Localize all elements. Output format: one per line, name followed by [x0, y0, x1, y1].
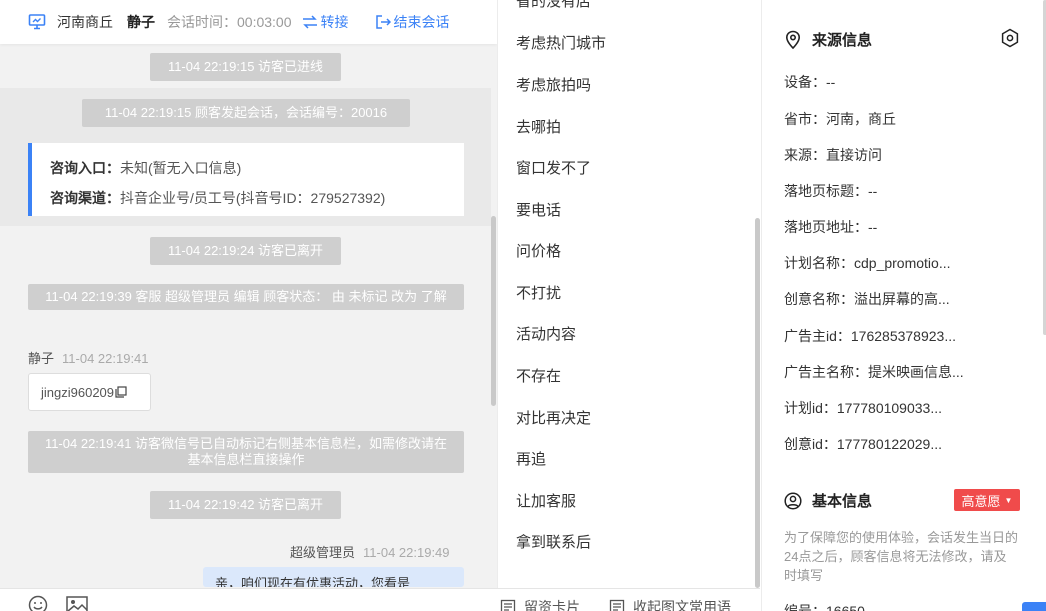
phrase-item[interactable]: 去哪拍: [516, 116, 561, 137]
visitor-region: 河南商丘: [57, 14, 113, 30]
session-time: 会话时间：00:03:00: [167, 12, 292, 32]
source-row-advertiser-name: 广告主名称：提米映画信息...: [784, 364, 964, 380]
intent-level-value: 高意愿: [961, 493, 1001, 509]
wechat-id: jingzi960209: [41, 384, 115, 400]
smile-icon[interactable]: [28, 595, 48, 611]
phrase-item[interactable]: 再追: [516, 448, 546, 469]
customer-info-panel: 来源信息 设备：-- 省市：河南，商丘 来源：直接访问 落地页标题：-- 落地页…: [761, 0, 1046, 611]
source-row-province: 省市：河南，商丘: [784, 111, 896, 127]
collapse-phrases-button[interactable]: 收起图文常用语: [609, 597, 731, 611]
message-time: 11-04 22:19:49: [363, 545, 450, 560]
location-pin-icon: [785, 30, 801, 49]
consult-entry-value: 未知(暂无入口信息): [120, 160, 242, 176]
end-session-label: 结束会话: [393, 14, 450, 30]
session-time-value: 00:03:00: [237, 14, 292, 30]
system-message: 11-04 22:19:41 访客微信号已自动标记右侧基本信息栏，如需修改请在基…: [28, 431, 464, 473]
sender-name: 超级管理员: [290, 545, 356, 560]
settings-hex-icon[interactable]: [1000, 28, 1020, 51]
system-message: 11-04 22:19:42 访客已离开: [150, 491, 341, 519]
message-time: 11-04 22:19:41: [62, 351, 149, 366]
phrase-item[interactable]: 问价格: [516, 240, 561, 261]
source-row-creative-name: 创意名称：溢出屏幕的高...: [784, 291, 950, 307]
chat-panel: 河南商丘 静子 会话时间：00:03:00 转接 结束会话 11-04 22:1…: [0, 0, 497, 611]
consult-entry: 咨询入口：未知(暂无入口信息): [50, 153, 446, 183]
end-session-button[interactable]: 结束会话: [375, 12, 450, 32]
card-icon: [500, 599, 516, 611]
image-icon[interactable]: [66, 595, 88, 611]
system-message: 11-04 22:19:15 顾客发起会话，会话编号：20016: [82, 99, 410, 127]
lead-card-button[interactable]: 留资卡片: [500, 597, 580, 611]
caret-down-icon: ▼: [1004, 495, 1013, 505]
source-row-plan-id: 计划id：177780109033...: [784, 400, 942, 416]
basic-id-label: 编号：: [784, 603, 826, 611]
session-time-label: 会话时间：: [167, 14, 237, 30]
sender-name: 静子: [28, 351, 55, 366]
list-icon: [609, 599, 625, 611]
consult-channel: 咨询渠道：抖音企业号/员工号(抖音号ID：279527392): [50, 183, 446, 213]
message-sender: 静子 11-04 22:19:41: [28, 348, 149, 367]
message-sender: 超级管理员 11-04 22:19:49: [290, 542, 450, 561]
phrase-item[interactable]: 省的没有店: [516, 0, 591, 11]
basic-id-value: 16650: [826, 603, 865, 611]
basic-row-id: 编号：16650: [784, 601, 865, 611]
source-info-title-text: 来源信息: [812, 32, 873, 49]
basic-info-title: 基本信息: [784, 490, 872, 511]
quick-phrase-list: 省的没有店 考虑热门城市 考虑旅拍吗 去哪拍 窗口发不了 要电话 问价格 不打扰…: [497, 0, 760, 588]
phrase-scrollbar[interactable]: [755, 218, 760, 588]
system-message: 11-04 22:19:15 访客已进线: [150, 53, 341, 81]
phrase-item[interactable]: 要电话: [516, 199, 561, 220]
agent-name: 静子: [127, 14, 155, 30]
consult-channel-label: 咨询渠道：: [50, 190, 120, 206]
phrase-item[interactable]: 拿到联系后: [516, 531, 591, 552]
wechat-id-chip[interactable]: jingzi960209: [28, 373, 151, 411]
lead-card-label: 留资卡片: [524, 599, 580, 611]
swap-icon: [302, 15, 317, 29]
source-row-landing-url: 落地页地址：--: [784, 219, 878, 235]
phrase-item[interactable]: 活动内容: [516, 323, 576, 344]
source-info-title: 来源信息: [784, 29, 872, 50]
floating-action-button[interactable]: [1022, 602, 1046, 611]
intent-level-dropdown[interactable]: 高意愿 ▼: [954, 489, 1020, 511]
phrase-item[interactable]: 对比再决定: [516, 407, 591, 428]
monitor-icon: [28, 13, 46, 31]
source-row-plan-name: 计划名称：cdp_promotio...: [784, 255, 951, 271]
collapse-phrases-label: 收起图文常用语: [633, 599, 731, 611]
source-row-source: 来源：直接访问: [784, 147, 882, 163]
edit-deadline-note: 为了保障您的使用体验，会话发生当日的24点之后，顾客信息将无法修改，请及时填写: [784, 530, 1019, 583]
phrase-item[interactable]: 不存在: [516, 365, 561, 386]
chat-header: 河南商丘 静子 会话时间：00:03:00 转接 结束会话: [0, 0, 497, 44]
source-row-landing-title: 落地页标题：--: [784, 183, 878, 199]
system-message: 11-04 22:19:24 访客已离开: [150, 237, 341, 265]
transfer-label: 转接: [320, 14, 349, 30]
phrase-item[interactable]: 窗口发不了: [516, 157, 591, 178]
system-message: 11-04 22:19:39 客服 超级管理员 编辑 顾客状态： 由 未标记 改…: [28, 284, 464, 310]
chat-scrollbar[interactable]: [491, 216, 496, 406]
workspace: 河南商丘 静子 会话时间：00:03:00 转接 结束会话 11-04 22:1…: [0, 0, 1046, 611]
phrase-item[interactable]: 不打扰: [516, 282, 561, 303]
phrase-item[interactable]: 让加客服: [516, 490, 576, 511]
exit-icon: [375, 15, 391, 29]
consult-channel-value: 抖音企业号/员工号(抖音号ID：279527392): [120, 190, 386, 206]
source-row-advertiser-id: 广告主id：176285378923...: [784, 328, 956, 344]
user-circle-icon: [784, 491, 802, 510]
source-row-creative-id: 创意id：177780122029...: [784, 436, 942, 452]
source-row-device: 设备：--: [784, 74, 836, 90]
basic-info-title-text: 基本信息: [812, 493, 873, 510]
consult-info-card: 咨询入口：未知(暂无入口信息) 咨询渠道：抖音企业号/员工号(抖音号ID：279…: [28, 143, 464, 216]
phrase-item[interactable]: 考虑旅拍吗: [516, 74, 591, 95]
transfer-button[interactable]: 转接: [302, 12, 349, 32]
consult-entry-label: 咨询入口：: [50, 160, 120, 176]
copy-icon: [115, 386, 127, 398]
agent-message-bubble: 亲，咱们现在有优惠活动，您看是: [203, 567, 464, 587]
phrase-item[interactable]: 考虑热门城市: [516, 32, 606, 53]
chat-toolbar: 留资卡片 收起图文常用语: [0, 588, 760, 611]
